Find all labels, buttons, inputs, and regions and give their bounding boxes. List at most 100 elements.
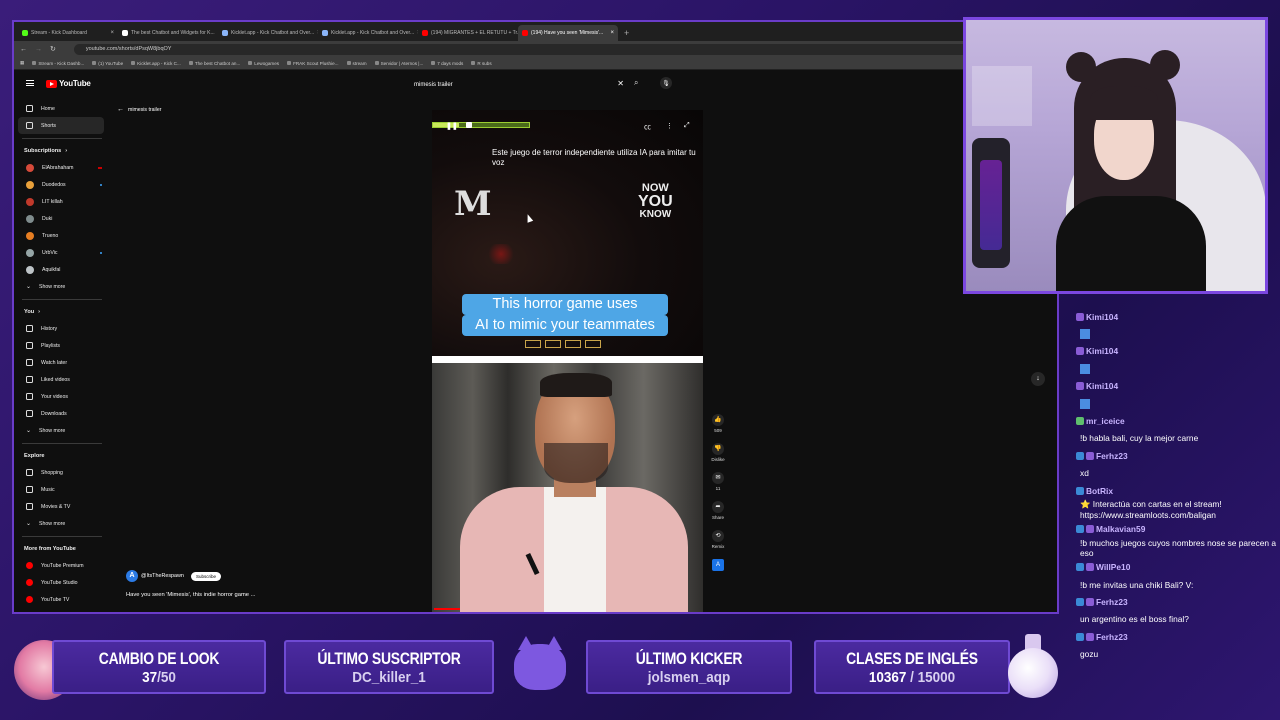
mic-icon[interactable]: 🎙 — [660, 77, 672, 89]
chat-username[interactable]: Kimi104 — [1086, 381, 1118, 391]
new-tab-button[interactable]: + — [618, 25, 635, 41]
remix-icon[interactable]: ⟲ — [712, 530, 724, 542]
like-icon[interactable]: 👍 — [712, 414, 724, 426]
bookmark-item[interactable]: FRAK Scout Plushie... — [287, 61, 339, 66]
comments-action[interactable]: ✉ 11 — [709, 472, 727, 491]
chat-badge-icon — [1076, 451, 1084, 460]
last-subscriber-title: ÚLTIMO SUSCRIPTOR — [317, 649, 461, 668]
sidebar-item-downloads[interactable]: Downloads — [14, 405, 110, 422]
bookmark-item[interactable]: Stream - Kick Dashb... — [32, 61, 84, 66]
you-show-more[interactable]: ⌄ Show more — [14, 422, 110, 439]
apps-icon[interactable]: ▦ — [20, 60, 24, 66]
reload-icon[interactable]: ↻ — [50, 45, 56, 53]
chat-username[interactable]: WillPe10 — [1096, 562, 1130, 572]
shorts-player[interactable]: ❚❚ ㏄ ⋮ ⤢ Este juego de terror independie… — [432, 110, 703, 612]
subscriptions-heading[interactable]: Subscriptions › — [14, 143, 110, 159]
last-kicker-panel: ÚLTIMO KICKER jolsmen_aqp — [586, 640, 792, 694]
chat-username[interactable]: BotRix — [1086, 486, 1113, 496]
back-to-search[interactable]: ← mimesis trailer — [117, 106, 161, 113]
browser-tab[interactable]: The best Chatbot and Widgets for K...× — [118, 25, 218, 41]
pause-icon[interactable]: ❚❚ — [446, 122, 458, 130]
captions-icon[interactable]: ㏄ — [644, 122, 651, 132]
channel-avatar — [26, 180, 34, 189]
dislike-action[interactable]: 👎 Dislike — [709, 443, 727, 462]
sidebar-item-youtube-tv[interactable]: YouTube TV — [14, 591, 110, 608]
youtube-tv-icon — [26, 596, 33, 603]
bookmark-item[interactable]: stream — [346, 61, 367, 66]
sidebar-item-youtube-studio[interactable]: YouTube Studio — [14, 574, 110, 591]
menu-icon[interactable] — [26, 80, 34, 86]
sidebar-item-history[interactable]: History — [14, 320, 110, 337]
subscriptions-show-more[interactable]: ⌄ Show more — [14, 278, 110, 295]
browser-tab[interactable]: Kicklet.app - Kick Chatbot and Over...× — [318, 25, 418, 41]
fullscreen-icon[interactable]: ⤢ — [684, 122, 690, 130]
like-action[interactable]: 👍 509 — [709, 414, 727, 433]
sidebar-item-music[interactable]: Music — [14, 481, 110, 498]
bookmark-item[interactable]: (1) YouTube — [92, 61, 123, 66]
next-short-button[interactable]: ↓ — [1031, 372, 1045, 386]
comments-icon[interactable]: ✉ — [712, 472, 724, 484]
chat-username[interactable]: Ferhz23 — [1096, 451, 1128, 461]
channel-name[interactable]: @ItsTheRespawn — [141, 573, 184, 579]
you-heading[interactable]: You › — [14, 304, 110, 320]
browser-tab[interactable]: Stream - Kick Dashboard × — [18, 25, 118, 41]
clear-search-icon[interactable]: ✕ — [617, 79, 624, 88]
sidebar-item-home[interactable]: Home — [14, 100, 110, 117]
short-description[interactable]: Have you seen 'Mimesis', this indie horr… — [126, 592, 255, 598]
volume-icon[interactable] — [466, 122, 472, 128]
chat-message-header: Kimi104 — [1066, 308, 1278, 325]
more-options-icon[interactable]: ⋮ — [666, 122, 673, 130]
sidebar-item-trueno[interactable]: Trueno — [14, 227, 110, 244]
browser-tab[interactable]: (194) Have you seen 'Mimesis'... × — [518, 25, 618, 41]
sidebar-item-shorts[interactable]: Shorts — [18, 117, 104, 134]
remix-action[interactable]: ⟲ Remix — [709, 530, 727, 549]
sidebar-item-aquikfal[interactable]: Aquikfal — [14, 261, 110, 278]
close-tab-icon[interactable]: × — [110, 30, 114, 36]
sidebar-item-urbvic[interactable]: UrbVic — [14, 244, 110, 261]
bookmark-item[interactable]: 7 days mods — [431, 61, 463, 66]
sidebar-item-your-videos[interactable]: Your videos — [14, 388, 110, 405]
app-shortcut[interactable]: A — [709, 559, 727, 571]
sidebar-item-playlists[interactable]: Playlists — [14, 337, 110, 354]
sidebar-item-duki[interactable]: Duki — [14, 210, 110, 227]
share-icon[interactable]: ➦ — [712, 501, 724, 513]
red-glow — [486, 244, 516, 264]
app-shortcut-icon[interactable]: A — [712, 559, 724, 571]
chat-username[interactable]: Malkavian59 — [1096, 524, 1145, 534]
sidebar-item-label: Duodedos — [42, 181, 66, 188]
chat-username[interactable]: Kimi104 — [1086, 346, 1118, 356]
sidebar-item-youtube-premium[interactable]: YouTube Premium — [14, 557, 110, 574]
address-bar[interactable]: youtube.com/shorts/dPsqW8jbqOY — [73, 43, 980, 55]
sidebar-item-liked-videos[interactable]: Liked videos — [14, 371, 110, 388]
youtube-logo[interactable]: YouTube — [46, 79, 91, 88]
forward-icon[interactable]: → — [35, 46, 42, 53]
sidebar-item-elabrahaham[interactable]: ElAbrahaham — [14, 159, 110, 176]
sidebar-item-watch-later[interactable]: Watch later — [14, 354, 110, 371]
chat-username[interactable]: Ferhz23 — [1096, 597, 1128, 607]
chat-username[interactable]: Kimi104 — [1086, 312, 1118, 322]
bookmark-item[interactable]: The best Chatbot an... — [188, 61, 240, 66]
bookmark-item[interactable]: Lewogames — [248, 61, 279, 66]
back-icon[interactable]: ← — [20, 46, 27, 53]
search-icon[interactable]: ⌕ — [634, 78, 638, 88]
bookmark-item[interactable]: Kicklet.app - Kick C... — [131, 61, 181, 66]
chat-username[interactable]: Ferhz23 — [1096, 632, 1128, 642]
explore-show-more[interactable]: ⌄ Show more — [14, 515, 110, 532]
bookmark-item[interactable]: R subs — [471, 61, 492, 66]
sidebar-item-movies-tv[interactable]: Movies & TV — [14, 498, 110, 515]
sidebar-item-duodedos[interactable]: Duodedos — [14, 176, 110, 193]
search-input[interactable]: mimesis trailer ✕ — [412, 78, 626, 91]
browser-tab[interactable]: Kicklet.app - Kick Chatbot and Over...× — [218, 25, 318, 41]
channel-avatar[interactable]: A — [126, 570, 138, 582]
shopping-icon — [26, 469, 33, 476]
browser-tab[interactable]: (194) MIGRANTES + EL RETUTU + Tr...× — [418, 25, 518, 41]
share-action[interactable]: ➦ Share — [709, 501, 727, 520]
bookmark-item[interactable]: Servidor | Aternos |... — [374, 61, 423, 66]
chat-username[interactable]: mr_iceice — [1086, 416, 1125, 426]
subscribe-button[interactable]: Subscribe — [190, 571, 221, 581]
sidebar-item-shopping[interactable]: Shopping — [14, 464, 110, 481]
shorts-icon — [26, 122, 33, 129]
sidebar-item-lit-killah[interactable]: LIT killah — [14, 193, 110, 210]
close-tab-icon[interactable]: × — [610, 30, 614, 36]
dislike-icon[interactable]: 👎 — [712, 443, 724, 455]
